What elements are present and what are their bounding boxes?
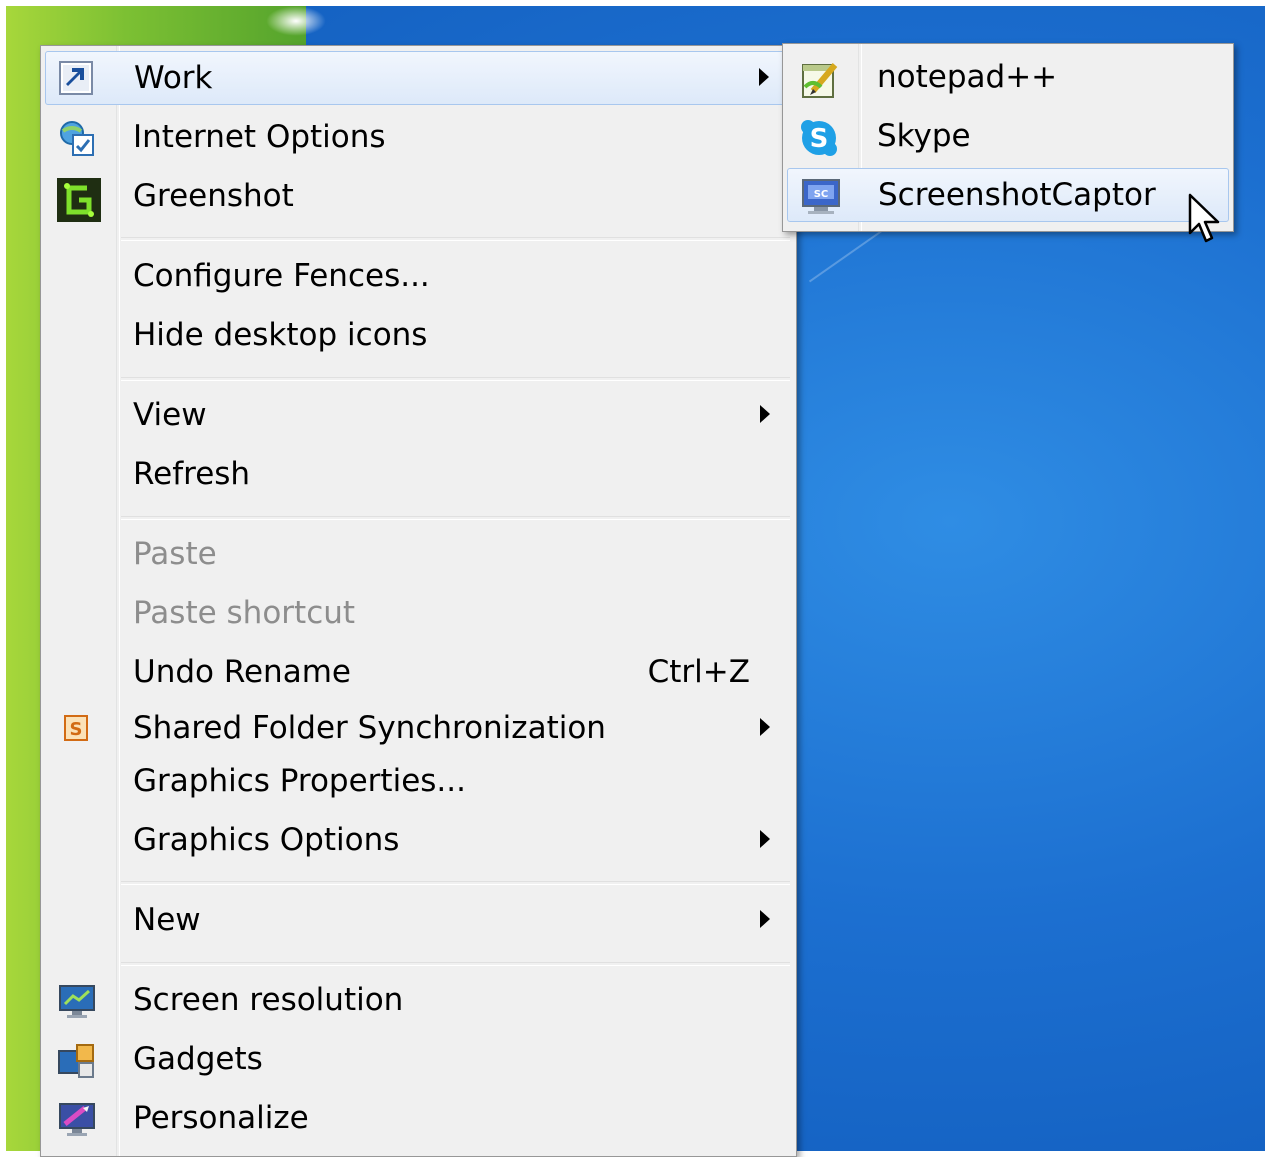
menu-item-graphics-properties[interactable]: Graphics Properties...	[45, 755, 792, 807]
notepad-plus-plus-icon	[799, 59, 838, 98]
work-shortcut-icon	[58, 60, 94, 96]
shortcut-text: Ctrl+Z	[647, 654, 750, 690]
submenu-item-skype[interactable]: S Skype	[787, 110, 1229, 162]
menu-separator	[121, 516, 790, 520]
menu-item-personalize[interactable]: Personalize	[45, 1092, 792, 1144]
work-submenu: notepad++ S Skype SC ScreenshotCaptor	[782, 43, 1234, 232]
skype-icon: S	[799, 118, 837, 156]
menu-item-undo-rename[interactable]: Undo Rename Ctrl+Z	[45, 646, 792, 698]
screen-resolution-icon	[57, 982, 95, 1018]
greenshot-icon	[57, 178, 101, 222]
menu-item-screen-resolution[interactable]: Screen resolution	[45, 974, 792, 1026]
submenu-arrow-icon	[760, 910, 770, 928]
menu-item-work[interactable]: Work	[45, 51, 792, 105]
menu-item-graphics-options[interactable]: Graphics Options	[45, 814, 792, 866]
menu-separator	[121, 237, 790, 241]
shared-folder-sync-icon: S	[57, 710, 93, 746]
menu-separator	[121, 962, 790, 966]
wallpaper-highlight	[266, 6, 326, 36]
screenshotcaptor-icon: SC	[800, 177, 840, 214]
svg-text:S: S	[810, 124, 829, 154]
submenu-arrow-icon	[760, 830, 770, 848]
personalize-icon	[57, 1100, 95, 1136]
submenu-arrow-icon	[759, 68, 769, 86]
menu-item-internet-options[interactable]: Internet Options	[45, 111, 792, 163]
menu-item-view[interactable]: View	[45, 389, 792, 441]
gadgets-icon	[57, 1041, 94, 1078]
menu-item-configure-fences[interactable]: Configure Fences...	[45, 250, 792, 302]
menu-item-greenshot[interactable]: Greenshot	[45, 170, 792, 222]
svg-text:S: S	[70, 719, 83, 740]
submenu-item-screenshotcaptor[interactable]: SC ScreenshotCaptor	[787, 168, 1229, 222]
menu-item-shared-folder-sync[interactable]: S Shared Folder Synchronization	[45, 702, 792, 754]
menu-item-paste[interactable]: Paste	[45, 528, 792, 580]
menu-separator	[121, 377, 790, 381]
menu-item-refresh[interactable]: Refresh	[45, 448, 792, 500]
submenu-item-notepad-plus-plus[interactable]: notepad++	[787, 51, 1229, 103]
svg-text:SC: SC	[814, 189, 829, 200]
internet-options-icon	[57, 119, 94, 156]
menu-item-gadgets[interactable]: Gadgets	[45, 1033, 792, 1085]
submenu-arrow-icon	[760, 718, 770, 736]
mouse-pointer-icon	[1188, 193, 1220, 243]
submenu-arrow-icon	[760, 405, 770, 423]
desktop-context-menu: Work Internet Options Greenshot Configur…	[40, 45, 797, 1157]
menu-item-hide-desktop-icons[interactable]: Hide desktop icons	[45, 309, 792, 361]
menu-item-paste-shortcut[interactable]: Paste shortcut	[45, 587, 792, 639]
menu-separator	[121, 881, 790, 885]
menu-item-new[interactable]: New	[45, 894, 792, 946]
